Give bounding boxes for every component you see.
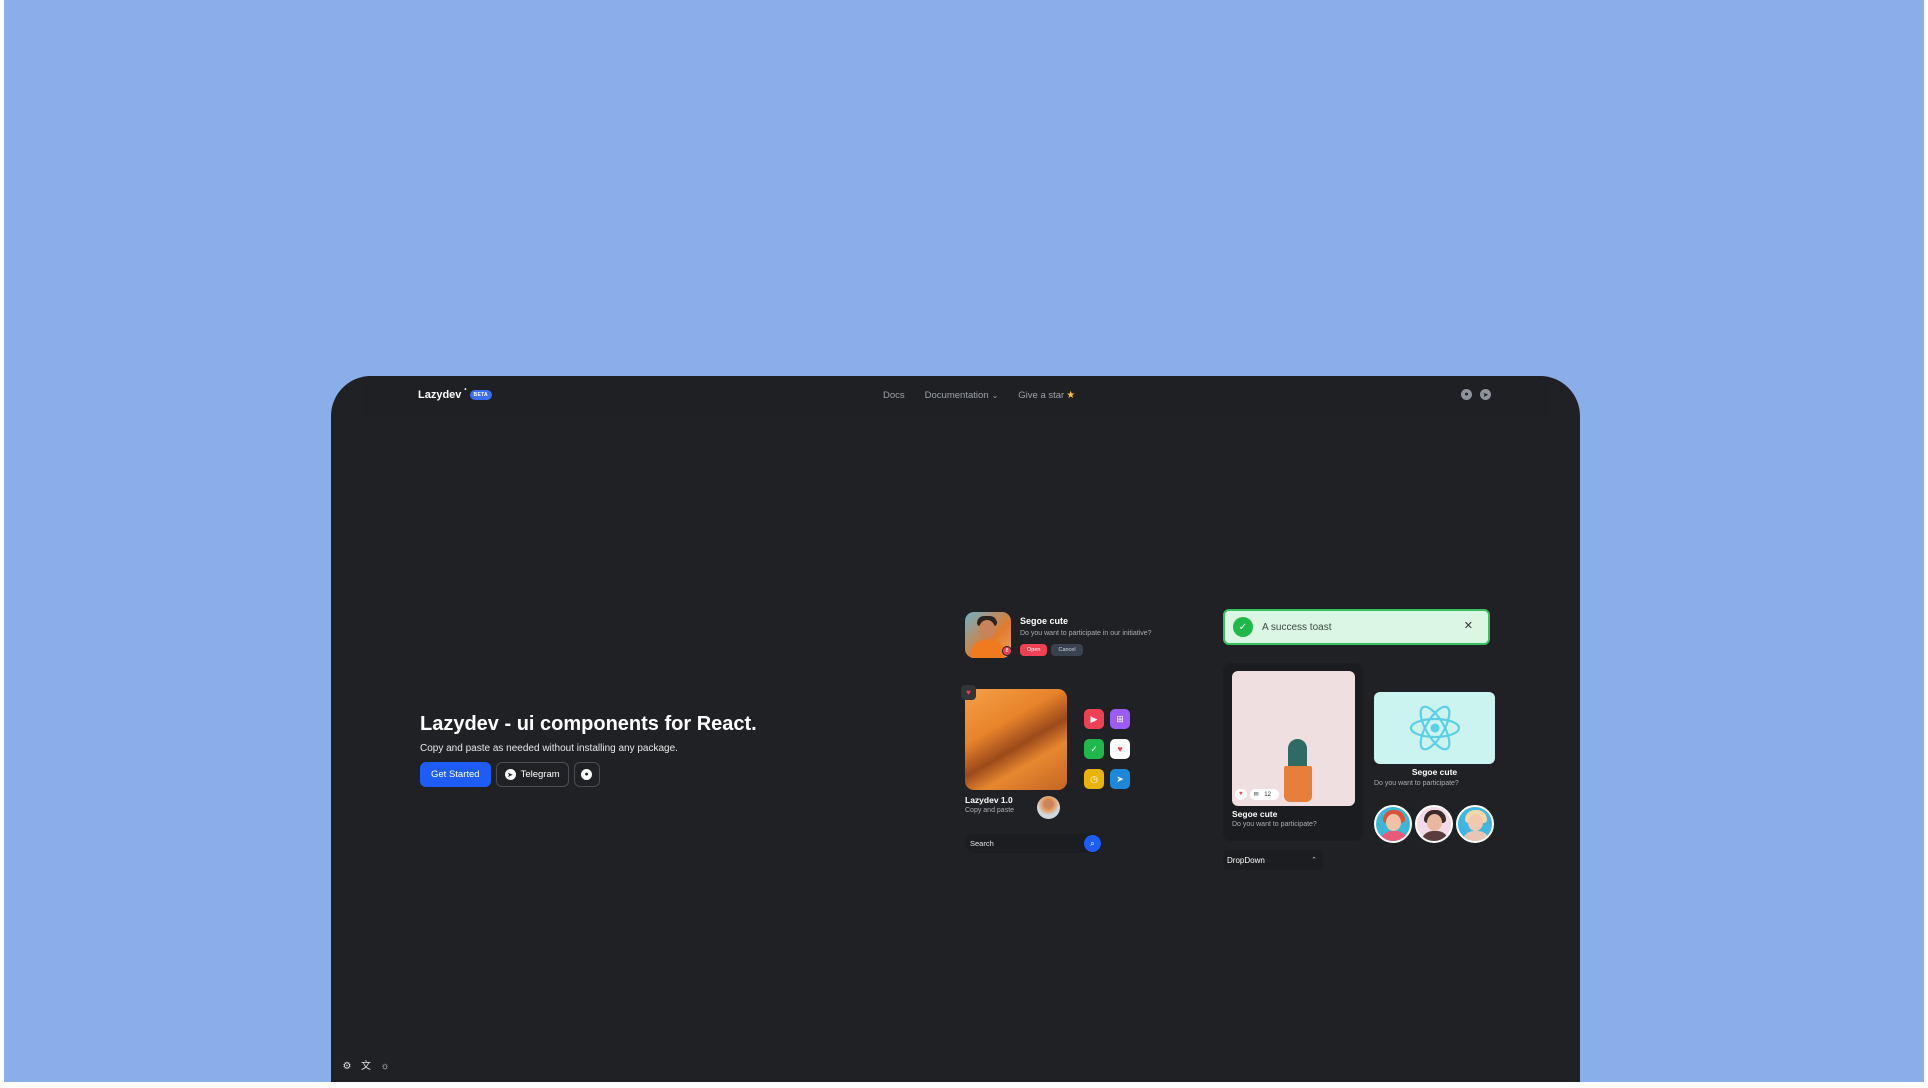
- hero-title: Lazydev - ui components for React.: [420, 713, 757, 735]
- page-edge-bottom: [0, 1082, 1928, 1088]
- page-edge-left: [0, 0, 4, 1088]
- play-icon[interactable]: ▶: [1084, 709, 1104, 729]
- bottom-toolbar: ⚙ 文 ☼: [342, 1062, 390, 1072]
- avatar-group: [1374, 805, 1494, 843]
- sun-icon[interactable]: ☼: [380, 1062, 390, 1072]
- clock-icon[interactable]: ◷: [1084, 769, 1104, 789]
- product-card[interactable]: ♥ Lazydev 1.0 Copy and paste: [961, 685, 1075, 819]
- dropdown-select[interactable]: DropDown ⌃: [1223, 850, 1323, 870]
- react-icon: [1409, 705, 1460, 751]
- page-edge-right: [1924, 0, 1928, 1088]
- notification-count-badge: 8: [1002, 646, 1012, 656]
- hero-actions: Get Started ➤ Telegram ●: [420, 762, 600, 787]
- gallery-title: Segoe cute: [1232, 809, 1278, 819]
- telegram-icon: ➤: [504, 769, 516, 780]
- comment-count[interactable]: ✉ 12: [1249, 789, 1279, 800]
- device-frame: Lazydev • BETA Docs Documentation ⌄ Give …: [331, 376, 1580, 1082]
- success-toast: ✓ A success toast ✕: [1223, 609, 1490, 645]
- search-icon[interactable]: ⌕: [1084, 835, 1101, 852]
- telegram-button-label: Telegram: [520, 769, 560, 780]
- react-card-subtitle: Do you want to participate?: [1374, 780, 1459, 787]
- telegram-icon[interactable]: ➤: [1480, 389, 1491, 400]
- social-links: ● ➤: [1461, 389, 1491, 400]
- github-button[interactable]: ●: [573, 762, 600, 787]
- gift-icon[interactable]: ⊞: [1110, 709, 1130, 729]
- chevron-up-icon: ⌃: [1311, 857, 1317, 864]
- telegram-button[interactable]: ➤ Telegram: [495, 762, 569, 787]
- avatar[interactable]: [1415, 805, 1453, 843]
- avatar: [1037, 796, 1060, 819]
- open-button[interactable]: Open: [1020, 644, 1048, 656]
- brand-logo[interactable]: Lazydev • BETA: [418, 387, 492, 401]
- icon-grid: ▶ ⊞ ✓ ♥ ◷ ➤: [1084, 709, 1130, 789]
- github-icon: ●: [581, 769, 593, 780]
- notification-title: Segoe cute: [1020, 616, 1069, 626]
- react-card-title: Segoe cute: [1411, 767, 1458, 777]
- close-icon[interactable]: ✕: [1464, 619, 1473, 632]
- react-logo-card[interactable]: [1374, 692, 1495, 764]
- heart-icon[interactable]: ♥: [1110, 739, 1130, 759]
- product-image: [965, 689, 1067, 790]
- check-circle-icon: ✓: [1233, 617, 1253, 637]
- notification-actions: Open Cancel: [1020, 644, 1083, 656]
- main-nav: Docs Documentation ⌄ Give a star ★: [883, 390, 1075, 401]
- brand-superscript-icon: •: [464, 387, 467, 393]
- search-input[interactable]: Search ⌕: [965, 834, 1102, 853]
- github-icon[interactable]: ●: [1461, 389, 1472, 400]
- telegram-icon[interactable]: ➤: [1110, 769, 1130, 789]
- avatar[interactable]: [1456, 805, 1494, 843]
- translate-icon[interactable]: 文: [361, 1062, 371, 1072]
- check-icon[interactable]: ✓: [1084, 739, 1104, 759]
- gear-icon[interactable]: ⚙: [342, 1062, 352, 1072]
- cactus-image: ♥ ✉ 12: [1232, 671, 1355, 806]
- gallery-subtitle: Do you want to participate?: [1232, 821, 1317, 828]
- avatar[interactable]: [1374, 805, 1412, 843]
- product-title: Lazydev 1.0: [965, 795, 1013, 805]
- brand-name: Lazydev: [418, 389, 462, 401]
- dropdown-label: DropDown: [1227, 855, 1265, 865]
- search-placeholder: Search: [970, 839, 994, 848]
- product-subtitle: Copy and paste: [965, 807, 1015, 814]
- nav-documentation-label: Documentation: [924, 390, 989, 401]
- nav-give-star-link[interactable]: Give a star ★: [1018, 390, 1075, 401]
- gallery-card[interactable]: ♥ ✉ 12 Segoe cute Do you want to partici…: [1223, 663, 1363, 841]
- notification-text: Do you want to participate in our initia…: [1020, 630, 1152, 637]
- chevron-down-icon: ⌄: [991, 391, 999, 400]
- hero-subtitle: Copy and paste as needed without install…: [420, 743, 678, 754]
- heart-icon[interactable]: ♥: [1235, 789, 1247, 800]
- get-started-button[interactable]: Get Started: [420, 762, 491, 787]
- beta-badge: BETA: [469, 390, 492, 400]
- nav-docs-link[interactable]: Docs: [883, 390, 905, 401]
- comment-count-value: 12: [1260, 790, 1275, 800]
- star-icon: ★: [1066, 390, 1076, 401]
- nav-give-star-label: Give a star: [1018, 390, 1065, 401]
- cancel-button[interactable]: Cancel: [1051, 644, 1083, 656]
- nav-documentation-dropdown[interactable]: Documentation ⌄: [925, 390, 999, 401]
- heart-icon[interactable]: ♥: [961, 685, 976, 700]
- notification-card: 8 Segoe cute Do you want to participate …: [965, 612, 1205, 660]
- toast-message: A success toast: [1262, 621, 1332, 633]
